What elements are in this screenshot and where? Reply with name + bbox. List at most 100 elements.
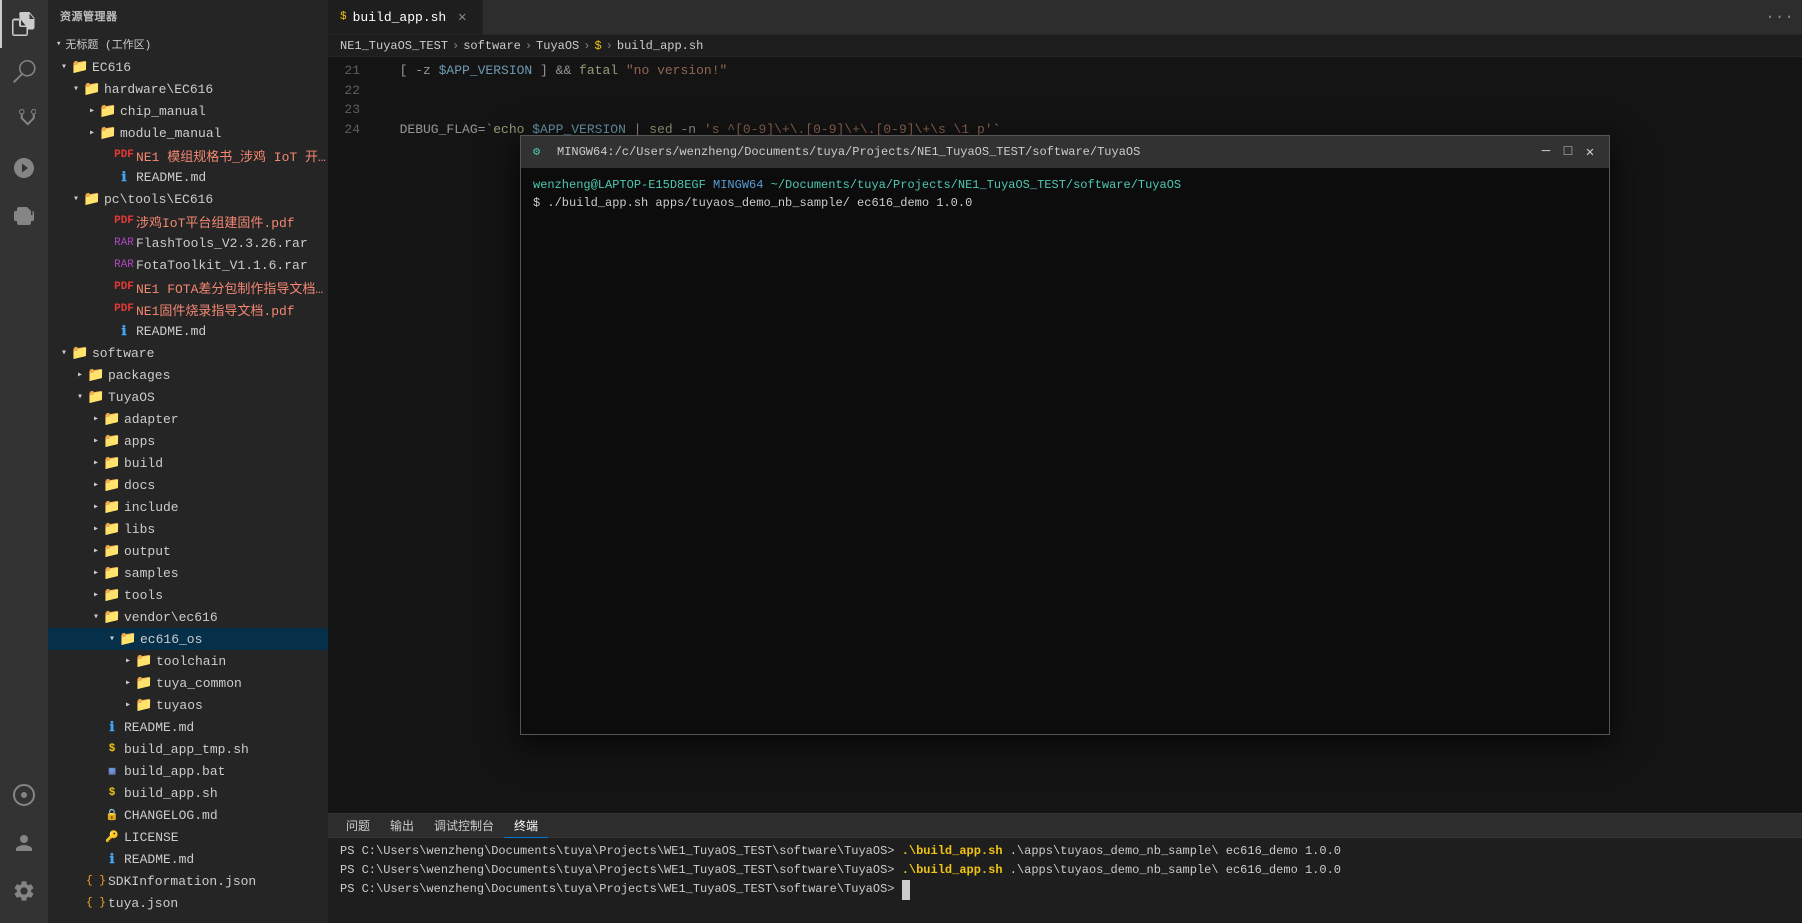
tree-item-output[interactable]: ▸ 📁 output bbox=[48, 540, 328, 562]
tree-item-build-app-sh[interactable]: ▸ $ build_app.sh bbox=[48, 782, 328, 804]
ps-cmd-2: .\build_app.sh bbox=[902, 863, 1003, 877]
terminal-dollar: $ bbox=[533, 196, 547, 210]
folder-icon: 📁 bbox=[104, 543, 120, 559]
info-icon: ℹ bbox=[116, 169, 132, 185]
breadcrumb-item-3: TuyaOS bbox=[536, 39, 579, 53]
folder-icon: 📁 bbox=[100, 125, 116, 141]
terminal-body[interactable]: wenzheng@LAPTOP-E15D8EGF MINGW64 ~/Docum… bbox=[521, 168, 1609, 734]
tab-more-button[interactable]: ··· bbox=[1757, 0, 1802, 34]
tree-arrow: ▾ bbox=[68, 81, 84, 97]
ps-cmd-1: .\build_app.sh bbox=[902, 844, 1003, 858]
ps-cursor bbox=[902, 880, 910, 899]
tree-item-samples[interactable]: ▸ 📁 samples bbox=[48, 562, 328, 584]
tree-item-changelog[interactable]: ▸ 🔒 CHANGELOG.md bbox=[48, 804, 328, 826]
tree-item-apps[interactable]: ▸ 📁 apps bbox=[48, 430, 328, 452]
folder-icon: 📁 bbox=[104, 521, 120, 537]
tree-item-ne1-guijian[interactable]: ▸ PDF NE1固件烧录指导文档.pdf bbox=[48, 298, 328, 320]
bottom-tab-problems[interactable]: 问题 bbox=[336, 814, 380, 838]
search-icon[interactable] bbox=[0, 48, 48, 96]
tab-close-button[interactable]: ✕ bbox=[454, 9, 470, 25]
tree-item-tools[interactable]: ▸ 📁 tools bbox=[48, 584, 328, 606]
tree-arrow: ▾ bbox=[104, 631, 120, 647]
bottom-tab-debug[interactable]: 调试控制台 bbox=[424, 814, 504, 838]
folder-open-icon: 📁 bbox=[84, 191, 100, 207]
terminal-close-button[interactable]: ✕ bbox=[1583, 145, 1597, 159]
tree-item-sdkinfo[interactable]: ▸ { } SDKInformation.json bbox=[48, 870, 328, 892]
settings-icon[interactable] bbox=[0, 867, 48, 915]
bottom-tab-terminal[interactable]: 终端 bbox=[504, 814, 548, 838]
tree-item-hardware[interactable]: ▾ 📁 hardware\EC616 bbox=[48, 78, 328, 100]
tree-item-pc-tools[interactable]: ▾ 📁 pc\tools\EC616 bbox=[48, 188, 328, 210]
account-icon[interactable] bbox=[0, 819, 48, 867]
ps-path-1: PS C:\Users\wenzheng\Documents\tuya\Proj… bbox=[340, 844, 902, 858]
folder-icon: 📁 bbox=[104, 477, 120, 493]
tree-item-build-app-tmp[interactable]: ▸ $ build_app_tmp.sh bbox=[48, 738, 328, 760]
tree-item-adapter[interactable]: ▸ 📁 adapter bbox=[48, 408, 328, 430]
tree-item-tuyaos-inner[interactable]: ▸ 📁 tuyaos bbox=[48, 694, 328, 716]
run-debug-icon[interactable] bbox=[0, 144, 48, 192]
bottom-panel: 问题 输出 调试控制台 终端 PS C:\Users\wenzheng\Docu… bbox=[328, 813, 1802, 923]
json-icon: { } bbox=[88, 873, 104, 889]
bottom-content: PS C:\Users\wenzheng\Documents\tuya\Proj… bbox=[328, 838, 1802, 923]
ps-line-1: PS C:\Users\wenzheng\Documents\tuya\Proj… bbox=[340, 842, 1790, 861]
tree-item-module-manual[interactable]: ▸ 📁 module_manual bbox=[48, 122, 328, 144]
tree-item-flashtools[interactable]: ▸ RAR FlashTools_V2.3.26.rar bbox=[48, 232, 328, 254]
tree-item-include[interactable]: ▸ 📁 include bbox=[48, 496, 328, 518]
terminal-controls: ─ □ ✕ bbox=[1539, 145, 1597, 159]
tree-item-fotatoolkit[interactable]: ▸ RAR FotaToolkit_V1.1.6.rar bbox=[48, 254, 328, 276]
activity-bar bbox=[0, 0, 48, 923]
workspace-label[interactable]: ▾ 无标题 (工作区) bbox=[48, 32, 328, 56]
tree-item-chip-manual[interactable]: ▸ 📁 chip_manual bbox=[48, 100, 328, 122]
tree-item-ne1-fota[interactable]: ▸ PDF NE1 FOTA差分包制作指导文档.pdf bbox=[48, 276, 328, 298]
folder-icon: 📁 bbox=[104, 433, 120, 449]
tree-item-ec616[interactable]: ▾ 📁 EC616 bbox=[48, 56, 328, 78]
tree-arrow: ▸ bbox=[88, 499, 104, 515]
tab-bar: $ build_app.sh ✕ ··· bbox=[328, 0, 1802, 35]
source-control-icon[interactable] bbox=[0, 96, 48, 144]
tree-item-readme-hw[interactable]: ▸ ℹ README.md bbox=[48, 166, 328, 188]
ps-line-2: PS C:\Users\wenzheng\Documents\tuya\Proj… bbox=[340, 861, 1790, 880]
bottom-tab-output[interactable]: 输出 bbox=[380, 814, 424, 838]
sidebar-title: 资源管理器 bbox=[48, 0, 328, 32]
tree-item-packages[interactable]: ▸ 📁 packages bbox=[48, 364, 328, 386]
tree-item-software[interactable]: ▾ 📁 software bbox=[48, 342, 328, 364]
tab-build-app-sh[interactable]: $ build_app.sh ✕ bbox=[328, 0, 483, 34]
terminal-titlebar: ⚙ MINGW64:/c/Users/wenzheng/Documents/tu… bbox=[521, 136, 1609, 168]
tree-item-build[interactable]: ▸ 📁 build bbox=[48, 452, 328, 474]
tree-item-readme-root[interactable]: ▸ ℹ README.md bbox=[48, 848, 328, 870]
tab-file-icon: $ bbox=[340, 11, 347, 23]
terminal-maximize-button[interactable]: □ bbox=[1561, 145, 1575, 159]
tree-item-toolchain[interactable]: ▸ 📁 toolchain bbox=[48, 650, 328, 672]
ps-args-2: .\apps\tuyaos_demo_nb_sample\ ec616_demo… bbox=[1003, 863, 1341, 877]
terminal-path: ~/Documents/tuya/Projects/NE1_TuyaOS_TES… bbox=[771, 178, 1181, 192]
folder-icon: 📁 bbox=[104, 455, 120, 471]
tree-item-build-app-bat[interactable]: ▸ ▦ build_app.bat bbox=[48, 760, 328, 782]
tree-item-guijian[interactable]: ▸ PDF 涉鸡IoT平台组建固件.pdf bbox=[48, 210, 328, 232]
tree-arrow: ▾ bbox=[56, 59, 72, 75]
folder-icon: 📁 bbox=[136, 675, 152, 691]
tree-arrow: ▸ bbox=[84, 125, 100, 141]
tree-item-vendor-ec616[interactable]: ▾ 📁 vendor\ec616 bbox=[48, 606, 328, 628]
ps-line-3: PS C:\Users\wenzheng\Documents\tuya\Proj… bbox=[340, 880, 1790, 899]
ps-path-3: PS C:\Users\wenzheng\Documents\tuya\Proj… bbox=[340, 882, 902, 896]
folder-open-icon: 📁 bbox=[88, 389, 104, 405]
extensions-icon[interactable] bbox=[0, 192, 48, 240]
tree-item-ec616-os[interactable]: ▾ 📁 ec616_os bbox=[48, 628, 328, 650]
tree-item-tuya-json[interactable]: ▸ { } tuya.json bbox=[48, 892, 328, 914]
tree-item-readme-sw[interactable]: ▸ ℹ README.md bbox=[48, 716, 328, 738]
tree-arrow: ▾ bbox=[56, 345, 72, 361]
files-icon[interactable] bbox=[0, 0, 48, 48]
terminal-minimize-button[interactable]: ─ bbox=[1539, 145, 1553, 159]
tree-item-tuyaos[interactable]: ▾ 📁 TuyaOS bbox=[48, 386, 328, 408]
tree-item-docs[interactable]: ▸ 📁 docs bbox=[48, 474, 328, 496]
tree-item-libs[interactable]: ▸ 📁 libs bbox=[48, 518, 328, 540]
breadcrumb-item-1: NE1_TuyaOS_TEST bbox=[340, 39, 448, 53]
terminal-command-text: ./build_app.sh apps/tuyaos_demo_nb_sampl… bbox=[547, 196, 972, 210]
tree-item-readme-pc[interactable]: ▸ ℹ README.md bbox=[48, 320, 328, 342]
tree-arrow: ▸ bbox=[88, 587, 104, 603]
sh-icon: $ bbox=[104, 741, 120, 757]
tree-item-ne1-pdf[interactable]: ▸ PDF NE1 模组规格书_涉鸡 IoT 开发平台固件.pdf bbox=[48, 144, 328, 166]
tree-item-tuya-common[interactable]: ▸ 📁 tuya_common bbox=[48, 672, 328, 694]
remote-icon[interactable] bbox=[0, 771, 48, 819]
tree-item-license[interactable]: ▸ 🔑 LICENSE bbox=[48, 826, 328, 848]
